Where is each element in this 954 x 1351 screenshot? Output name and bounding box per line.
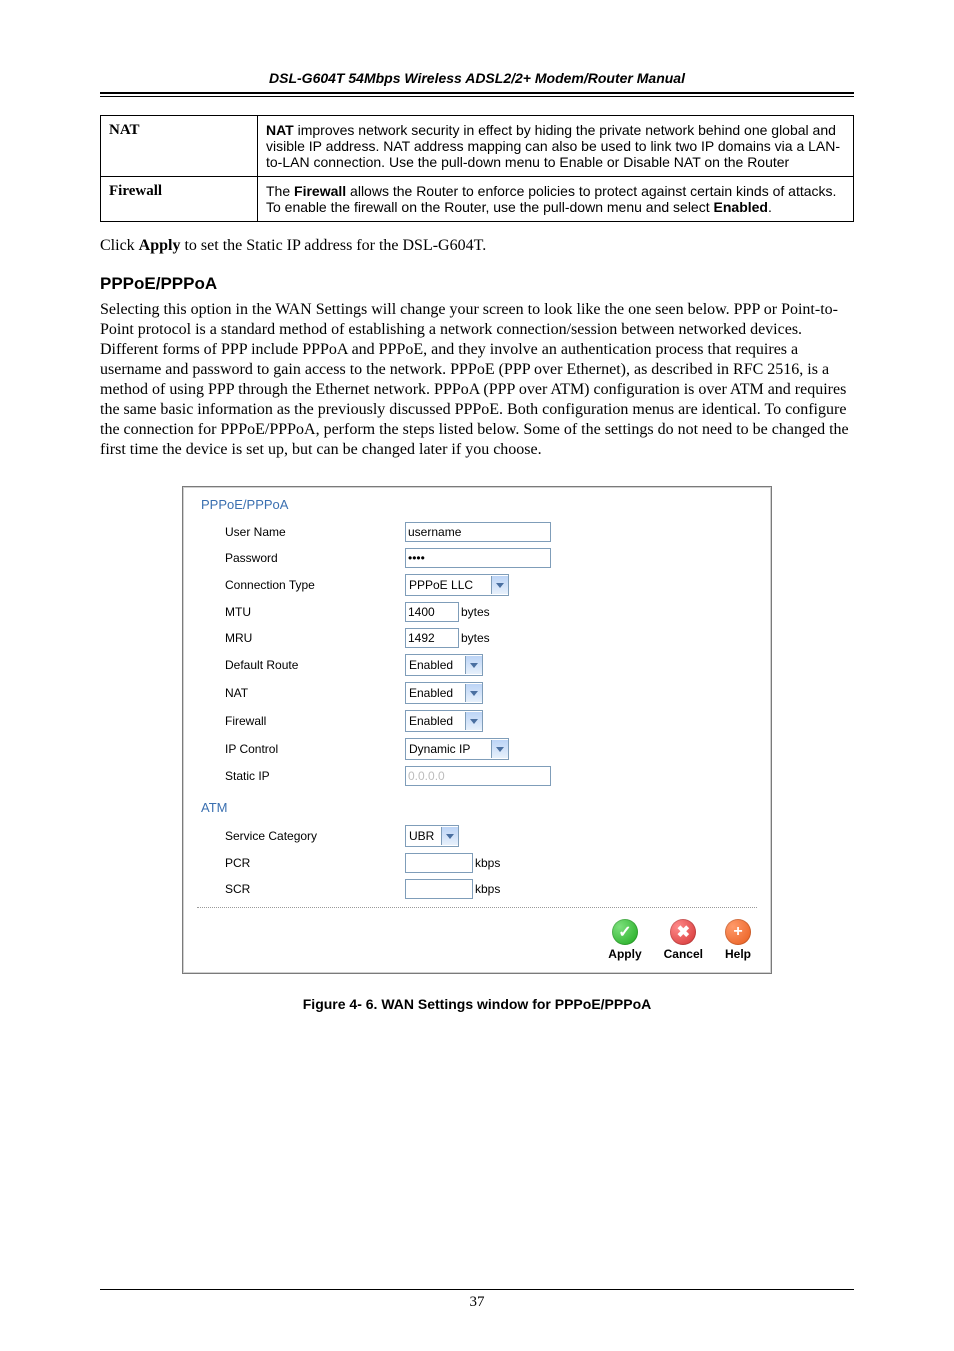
unit-pcr: kbps (475, 856, 500, 870)
chevron-down-icon (465, 656, 482, 674)
chevron-down-icon (465, 684, 482, 702)
fw-bold1: Firewall (294, 183, 346, 199)
select-default-route-value: Enabled (409, 658, 463, 672)
label-default-route: Default Route (225, 658, 405, 672)
row-mtu: MTU bytes (225, 602, 757, 622)
apply-button[interactable]: ✓ Apply (608, 919, 641, 961)
manual-header: DSL-G604T 54Mbps Wireless ADSL2/2+ Modem… (100, 70, 854, 86)
row-password: Password (225, 548, 757, 568)
select-nat-value: Enabled (409, 686, 463, 700)
intro-paragraph: Selecting this option in the WAN Setting… (100, 300, 854, 460)
row-default-route: Default Route Enabled (225, 654, 757, 676)
nat-bold: NAT (266, 122, 294, 138)
select-conn-type[interactable]: PPPoE LLC (405, 574, 509, 596)
apply-label: Apply (608, 947, 641, 961)
close-icon: ✖ (670, 919, 696, 945)
check-icon: ✓ (612, 919, 638, 945)
page-footer: 37 (100, 1289, 854, 1311)
select-ip-control-value: Dynamic IP (409, 742, 489, 756)
nat-rest: improves network security in effect by h… (266, 122, 840, 170)
select-service-category-value: UBR (409, 829, 439, 843)
input-username[interactable] (405, 522, 551, 542)
footer-rule (100, 1289, 854, 1290)
input-pcr[interactable] (405, 853, 473, 873)
label-pcr: PCR (225, 856, 405, 870)
section-heading: PPPoE/PPPoA (100, 274, 854, 294)
input-password[interactable] (405, 548, 551, 568)
select-ip-control[interactable]: Dynamic IP (405, 738, 509, 760)
row-static-ip: Static IP (225, 766, 757, 786)
row-firewall: Firewall Enabled (225, 710, 757, 732)
row-pcr: PCR kbps (225, 853, 757, 873)
label-nat: NAT (225, 686, 405, 700)
label-password: Password (225, 551, 405, 565)
table-row: Firewall The Firewall allows the Router … (101, 177, 854, 222)
select-nat[interactable]: Enabled (405, 682, 483, 704)
panel-title-atm: ATM (201, 800, 757, 815)
apply-post: to set the Static IP address for the DSL… (180, 237, 486, 254)
label-conn-type: Connection Type (225, 578, 405, 592)
input-scr[interactable] (405, 879, 473, 899)
fw-tail: . (768, 199, 772, 215)
chevron-down-icon (491, 740, 508, 758)
apply-sentence: Click Apply to set the Static IP address… (100, 236, 854, 256)
header-rule (100, 92, 854, 97)
select-firewall-value: Enabled (409, 714, 463, 728)
definitions-table: NAT NAT improves network security in eff… (100, 115, 854, 222)
label-firewall: Firewall (225, 714, 405, 728)
desc-firewall: The Firewall allows the Router to enforc… (258, 177, 854, 222)
select-conn-type-value: PPPoE LLC (409, 578, 489, 592)
row-conn-type: Connection Type PPPoE LLC (225, 574, 757, 596)
unit-scr: kbps (475, 882, 500, 896)
term-nat: NAT (101, 116, 258, 177)
unit-mtu: bytes (461, 605, 490, 619)
row-service-category: Service Category UBR (225, 825, 757, 847)
label-mtu: MTU (225, 605, 405, 619)
figure-caption: Figure 4- 6. WAN Settings window for PPP… (100, 996, 854, 1012)
table-row: NAT NAT improves network security in eff… (101, 116, 854, 177)
panel-divider (197, 907, 757, 909)
chevron-down-icon (491, 576, 508, 594)
plus-icon: + (725, 919, 751, 945)
input-mru[interactable] (405, 628, 459, 648)
panel-title-ppp: PPPoE/PPPoA (201, 497, 757, 512)
help-label: Help (725, 947, 751, 961)
fw-pre: The (266, 183, 294, 199)
label-scr: SCR (225, 882, 405, 896)
label-username: User Name (225, 525, 405, 539)
row-username: User Name (225, 522, 757, 542)
select-service-category[interactable]: UBR (405, 825, 459, 847)
row-mru: MRU bytes (225, 628, 757, 648)
settings-panel: PPPoE/PPPoA User Name Password Connectio… (182, 486, 772, 974)
unit-mru: bytes (461, 631, 490, 645)
cancel-button[interactable]: ✖ Cancel (664, 919, 703, 961)
apply-pre: Click (100, 237, 139, 254)
help-button[interactable]: + Help (725, 919, 751, 961)
fw-bold2: Enabled (714, 199, 768, 215)
cancel-label: Cancel (664, 947, 703, 961)
apply-bold: Apply (139, 237, 181, 254)
row-ip-control: IP Control Dynamic IP (225, 738, 757, 760)
select-firewall[interactable]: Enabled (405, 710, 483, 732)
label-mru: MRU (225, 631, 405, 645)
select-default-route[interactable]: Enabled (405, 654, 483, 676)
chevron-down-icon (441, 827, 458, 845)
desc-nat: NAT improves network security in effect … (258, 116, 854, 177)
row-scr: SCR kbps (225, 879, 757, 899)
panel-actions: ✓ Apply ✖ Cancel + Help (197, 919, 757, 963)
label-ip-control: IP Control (225, 742, 405, 756)
page-number: 37 (100, 1294, 854, 1311)
input-static-ip (405, 766, 551, 786)
label-service-category: Service Category (225, 829, 405, 843)
row-nat: NAT Enabled (225, 682, 757, 704)
term-firewall: Firewall (101, 177, 258, 222)
input-mtu[interactable] (405, 602, 459, 622)
label-static-ip: Static IP (225, 769, 405, 783)
chevron-down-icon (465, 712, 482, 730)
